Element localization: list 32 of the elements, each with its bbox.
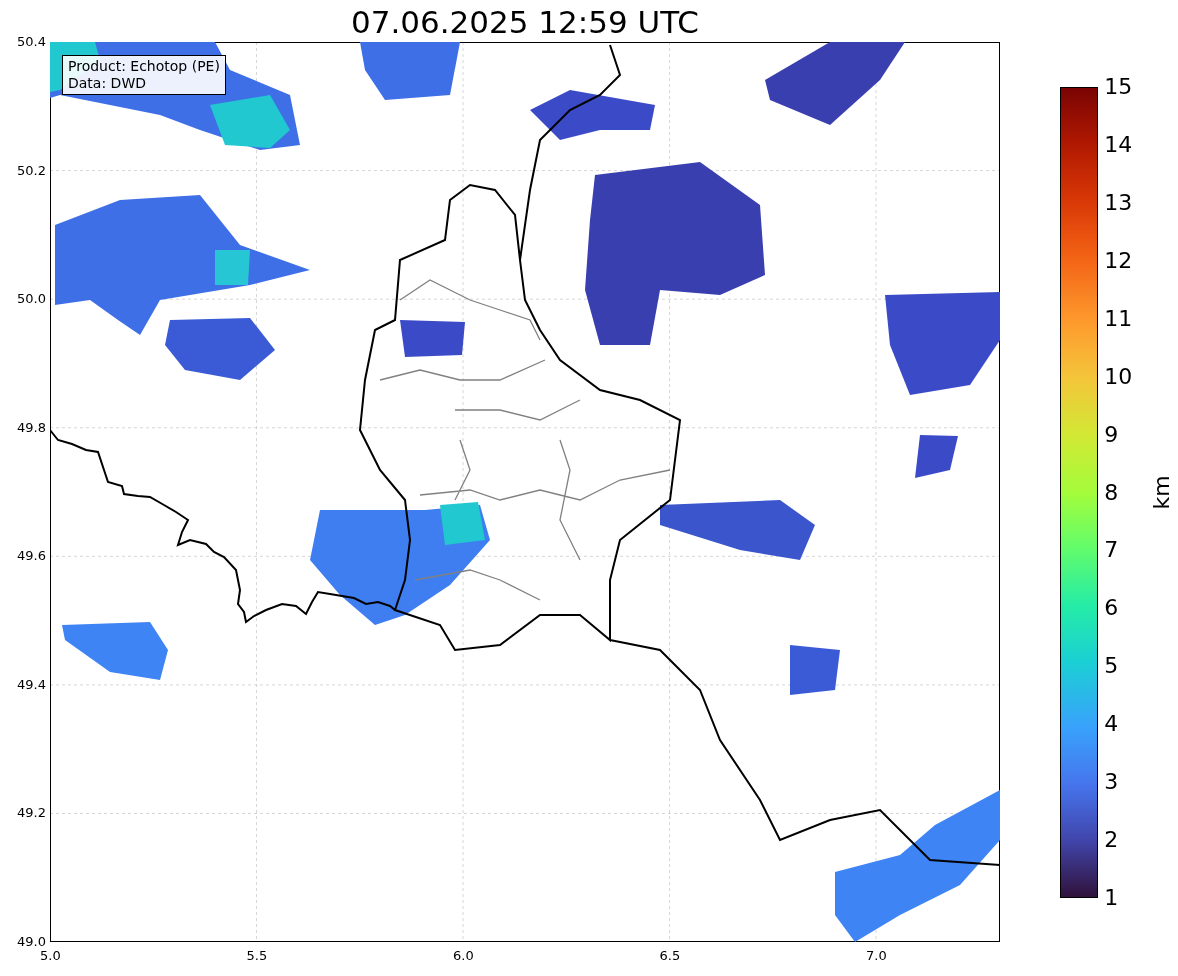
scale-label: 5	[1104, 654, 1119, 679]
axis-label: 49.4	[17, 676, 46, 692]
scale-label: 1	[1104, 886, 1119, 910]
info-text: Product: Echotop (PE)	[68, 58, 220, 75]
scale-label: 12	[1104, 248, 1133, 273]
axis-label: 49.6	[17, 548, 46, 564]
info-text: Data: DWD	[68, 75, 147, 92]
scale-label: 13	[1104, 190, 1133, 215]
scale-label: 2	[1104, 828, 1119, 853]
axis-label: 7.0	[866, 948, 887, 963]
axis-label: 49.8	[17, 419, 46, 435]
scale-label: 9	[1104, 422, 1119, 447]
scale-label: 7	[1104, 538, 1119, 563]
scale-label: 11	[1104, 306, 1133, 331]
scale-label: 8	[1104, 480, 1119, 505]
scale-label: 6	[1104, 596, 1119, 621]
scale-label: 10	[1104, 364, 1133, 389]
axis-label: 5.0	[40, 948, 61, 963]
axis-label: 6.0	[453, 948, 474, 963]
scale-label: 14	[1104, 132, 1133, 157]
scale-label: 15	[1104, 75, 1133, 99]
axis-label: 49.0	[17, 934, 46, 949]
axis-label: 50.2	[17, 162, 46, 178]
axis-label: 49.2	[17, 805, 46, 821]
axis-label: 6.5	[659, 948, 681, 963]
scale-label: 4	[1104, 712, 1119, 737]
unit-label: km	[1148, 475, 1174, 510]
scale-label: 3	[1104, 770, 1119, 795]
axis-label: 50.4	[17, 34, 46, 49]
axis-label: 5.5	[246, 948, 268, 963]
axis-label: 50.0	[17, 291, 46, 307]
chart-title: 07.06.2025 12:59 UTC	[350, 3, 700, 42]
